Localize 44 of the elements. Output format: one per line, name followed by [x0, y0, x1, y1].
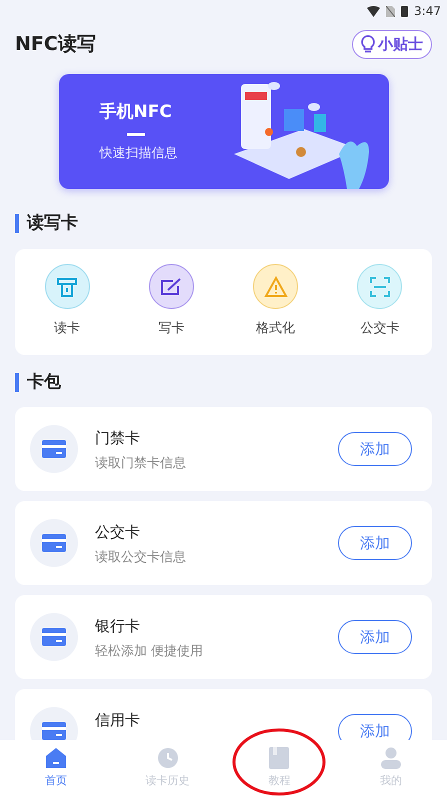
warning-icon[interactable] — [253, 264, 298, 310]
card-name: 门禁卡 — [95, 428, 141, 449]
card-item[interactable]: 公交卡 读取公交卡信息 添加 — [15, 501, 432, 585]
card-name: 银行卡 — [95, 616, 141, 637]
add-button[interactable]: 添加 — [338, 432, 412, 466]
tips-button[interactable]: 小贴士 — [352, 30, 432, 58]
card-icon — [30, 425, 78, 473]
action-label[interactable]: 格式化 — [256, 319, 296, 339]
edit-icon[interactable] — [148, 264, 194, 310]
action-label[interactable]: 公交卡 — [360, 319, 400, 339]
app-title: NFC读写 — [15, 32, 96, 57]
book-icon — [269, 746, 290, 769]
action-label[interactable]: 写卡 — [158, 319, 184, 339]
section-title: 卡包 — [27, 370, 61, 394]
card-icon — [30, 613, 78, 661]
add-button[interactable]: 添加 — [338, 620, 412, 654]
battery-icon — [401, 6, 408, 16]
nav-tab[interactable]: 首页 — [0, 740, 112, 796]
card-name: 信用卡 — [95, 710, 141, 731]
card-description: 读取门禁卡信息 — [95, 454, 187, 472]
card-item[interactable]: 银行卡 轻松添加 便捷使用 添加 — [15, 595, 432, 679]
person-icon — [380, 746, 402, 769]
clock-icon — [156, 746, 179, 769]
lightbulb-icon — [361, 35, 375, 53]
no-sim-icon — [386, 6, 396, 16]
section-title: 读写卡 — [27, 212, 78, 235]
action-label[interactable]: 读卡 — [54, 319, 80, 339]
home-icon — [44, 746, 67, 769]
banner[interactable]: 手机NFC 快速扫描信息 — [58, 74, 388, 189]
card-name: 公交卡 — [95, 522, 141, 543]
status-time: 3:47 — [414, 3, 441, 20]
banner-dash — [126, 133, 144, 136]
add-button[interactable]: 添加 — [338, 526, 412, 560]
card-icon — [30, 519, 78, 567]
card-item[interactable]: 信用卡 添加 — [15, 689, 432, 740]
add-button[interactable]: 添加 — [338, 714, 412, 740]
card-description: 轻松添加 便捷使用 — [95, 642, 204, 660]
card-slot-icon[interactable] — [44, 264, 90, 310]
banner-subtitle: 快速扫描信息 — [100, 145, 178, 163]
scan-icon[interactable] — [357, 264, 402, 310]
card-item[interactable]: 门禁卡 读取门禁卡信息 添加 — [15, 407, 432, 491]
banner-title: 手机NFC — [100, 100, 172, 124]
wifi-icon — [367, 6, 380, 16]
card-description: 读取公交卡信息 — [95, 548, 187, 566]
